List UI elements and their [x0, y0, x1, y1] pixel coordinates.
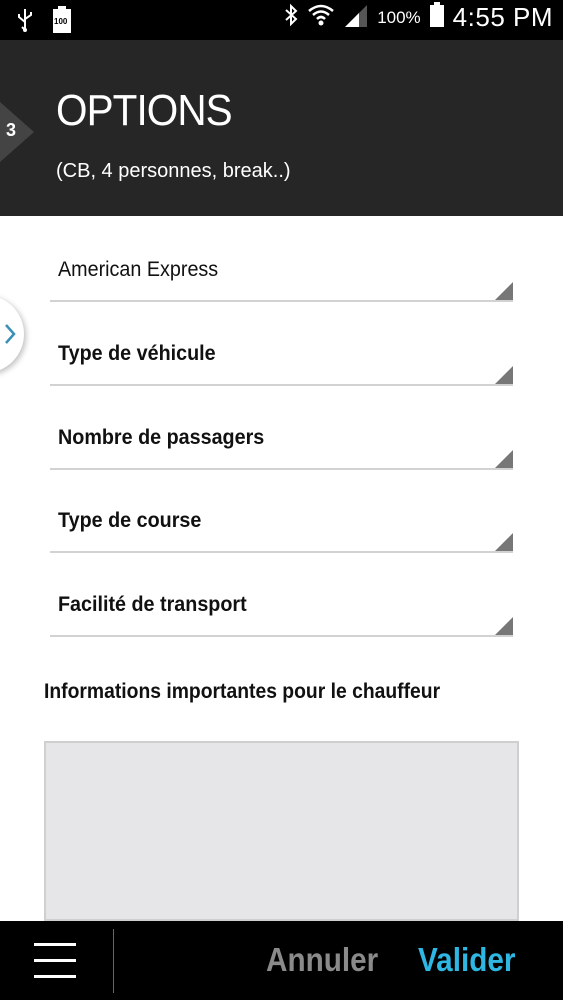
driver-info-textarea[interactable]	[44, 741, 519, 921]
field-underline	[50, 635, 513, 637]
battery-icon	[429, 2, 445, 33]
dropdown-arrow-icon	[495, 617, 513, 635]
menu-button[interactable]	[34, 941, 78, 981]
battery-small-icon: 100	[52, 6, 72, 34]
page-header: 3 OPTIONS (CB, 4 personnes, break..)	[0, 40, 563, 216]
hamburger-icon	[34, 975, 76, 978]
field-label: Nombre de passagers	[58, 426, 265, 449]
chevron-right-icon	[5, 324, 16, 344]
ride-type-select[interactable]: Type de course	[50, 469, 513, 553]
field-label: Type de véhicule	[58, 342, 216, 365]
cancel-button[interactable]: Annuler	[266, 941, 378, 979]
drawer-toggle[interactable]	[0, 295, 24, 373]
dropdown-arrow-icon	[495, 450, 513, 468]
hamburger-icon	[34, 943, 76, 946]
battery-percent: 100%	[377, 7, 421, 27]
dropdown-arrow-icon	[495, 366, 513, 384]
status-bar: 100 100% 4:55 PM	[0, 0, 563, 40]
status-left: 100	[16, 6, 72, 34]
wifi-icon	[307, 3, 335, 32]
page-subtitle: (CB, 4 personnes, break..)	[56, 160, 291, 182]
dropdown-arrow-icon	[495, 533, 513, 551]
usb-icon	[16, 8, 34, 32]
divider	[113, 929, 114, 993]
dropdown-arrow-icon	[495, 282, 513, 300]
page-title: OPTIONS	[56, 86, 233, 135]
field-label: Type de course	[58, 509, 202, 532]
battery-small-label: 100	[54, 17, 68, 26]
payment-select[interactable]: American Express	[50, 218, 513, 302]
status-right: 100% 4:55 PM	[283, 2, 553, 33]
validate-button[interactable]: Valider	[418, 941, 515, 979]
transport-facility-select[interactable]: Facilité de transport	[50, 553, 513, 637]
field-label: American Express	[58, 258, 219, 281]
bottom-action-bar: Annuler Valider	[0, 921, 563, 1000]
passengers-select[interactable]: Nombre de passagers	[50, 386, 513, 470]
step-number: 3	[6, 120, 17, 140]
clock: 4:55 PM	[452, 2, 553, 32]
vehicle-type-select[interactable]: Type de véhicule	[50, 302, 513, 386]
bluetooth-icon	[283, 3, 299, 32]
field-label: Facilité de transport	[58, 593, 247, 616]
signal-icon	[343, 3, 369, 32]
driver-info-label: Informations importantes pour le chauffe…	[44, 680, 441, 703]
hamburger-icon	[34, 959, 76, 962]
